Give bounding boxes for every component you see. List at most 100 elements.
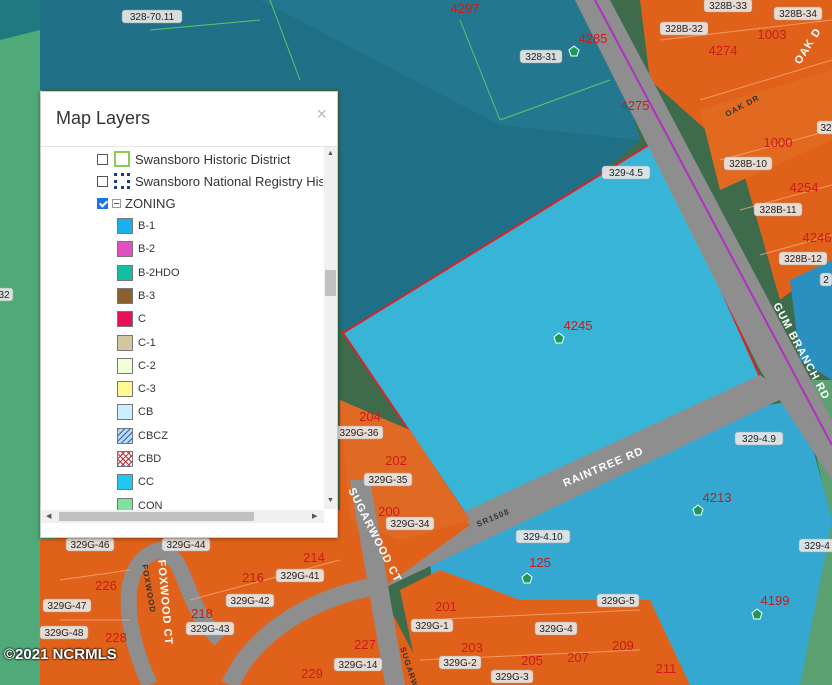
legend-label: B-2	[138, 243, 156, 256]
parcel-id-text: 329-4.5	[609, 168, 643, 179]
map-layers-panel[interactable]: Map Layers × Swansboro Historic District…	[40, 91, 338, 538]
layer-checkbox[interactable]	[97, 153, 108, 165]
parcel-id-label: 329G-47	[42, 598, 92, 613]
legend-label: CBD	[138, 453, 162, 465]
parcel-id-label: 329-4.5	[601, 165, 651, 180]
parcel-id-label: 32	[0, 287, 14, 302]
address-label: 4254	[790, 180, 819, 195]
address-label: 1000	[764, 135, 793, 150]
legend-item-b-1: B-1	[117, 215, 155, 237]
legend-item-c: C	[117, 308, 146, 330]
parcel-id-text: 329G-48	[45, 628, 84, 639]
legend-item-cb: CB	[117, 401, 153, 423]
parcel-id-text: 329G-2	[443, 658, 477, 669]
address-label: 1003	[758, 27, 787, 42]
parcel-id-label: 329G-41	[275, 568, 325, 583]
panel-title: Map Layers	[56, 108, 151, 128]
parcel-id-label: 329G-48	[39, 625, 89, 640]
collapse-icon[interactable]	[112, 198, 121, 208]
layer-row-zoning[interactable]: ZONING	[97, 192, 176, 214]
address-label: 227	[354, 637, 376, 652]
parcel-id-text: 329G-3	[495, 672, 529, 683]
address-label: 211	[656, 661, 677, 676]
legend-swatch-icon	[117, 451, 133, 467]
legend-item-cc: CC	[117, 471, 154, 493]
address-label: 214	[303, 550, 325, 565]
parcel-id-label: 329-4	[798, 538, 832, 553]
legend-label: B-2HDO	[138, 266, 180, 279]
parcel-id-text: 329G-36	[340, 428, 379, 439]
parcel-id-text: 2	[823, 275, 829, 286]
scroll-up-icon[interactable]: ▲	[327, 150, 334, 157]
layer-label: Swansboro National Registry His	[135, 173, 323, 189]
parcel-id-text: 329G-43	[191, 624, 230, 635]
parcel-id-text: 328B-34	[779, 9, 817, 20]
layer-label: Swansboro Historic District	[135, 151, 291, 167]
address-label: 202	[385, 453, 407, 468]
parcel-id-label: 329-4.10	[515, 529, 571, 544]
legend-swatch-icon	[117, 287, 133, 304]
parcel-id-text: 329G-44	[167, 540, 206, 551]
parcel-id-label: 329-4.9	[734, 431, 784, 446]
address-label: 4199	[761, 593, 790, 608]
parcel-id-text: 329G-5	[601, 596, 635, 607]
legend-label: C-1	[138, 336, 156, 349]
legend-item-c-1: C-1	[117, 332, 156, 354]
address-label: 4285	[579, 31, 608, 46]
parcel-id-label: 2	[819, 272, 832, 287]
parcel-id-label: 328-70.11	[121, 9, 183, 24]
legend-item-b-2hdo: B-2HDO	[117, 262, 180, 284]
parcel-id-text: 328B-33	[709, 1, 747, 12]
parcel-id-text: 329G-14	[339, 660, 378, 671]
horizontal-scrollbar[interactable]: ◀ ▶	[41, 510, 324, 523]
parcel-id-label: 329G-44	[161, 537, 211, 552]
parcel-id-text: 329G-1	[415, 621, 449, 632]
address-label: 226	[95, 578, 117, 593]
scrollbar-thumb[interactable]	[59, 512, 254, 521]
close-icon[interactable]: ×	[316, 104, 327, 125]
vertical-scrollbar[interactable]: ▲ ▼	[324, 147, 337, 509]
parcel-id-label: 329G-42	[225, 593, 275, 608]
layer-checkbox[interactable]	[97, 197, 108, 209]
parcel-id-label: 328B-33	[703, 0, 753, 13]
scrollbar-thumb[interactable]	[325, 270, 336, 296]
legend-swatch-icon	[117, 334, 133, 351]
legend-label: CC	[138, 476, 154, 489]
parcel-id-label: 329G-46	[65, 537, 115, 552]
legend-swatch-icon	[117, 381, 133, 398]
legend-item-cbcz: CBCZ	[117, 425, 168, 447]
parcel-id-text: 329G-4	[539, 624, 573, 635]
parcel-id-text: 329-4.9	[742, 434, 776, 445]
parcel-id-text: 329-4	[804, 541, 830, 552]
parcel-id-label: 328B-10	[723, 156, 773, 171]
copyright-text: ©2021 NCRMLS	[4, 646, 117, 663]
legend-item-c-2: C-2	[117, 355, 156, 377]
legend-label: B-3	[138, 289, 156, 302]
legend-swatch-icon	[117, 218, 133, 234]
address-label: 4274	[709, 43, 738, 58]
address-label: 4245	[564, 318, 593, 333]
parcel-id-label: 329G-14	[333, 657, 383, 672]
national-registry-swatch-icon	[114, 173, 130, 189]
address-label: 204	[359, 409, 381, 424]
legend-label: C-3	[138, 383, 156, 396]
legend-swatch-icon	[117, 264, 133, 281]
legend-label: CBCZ	[138, 429, 168, 442]
layer-row-historic-district[interactable]: Swansboro Historic District	[97, 148, 290, 170]
scroll-down-icon[interactable]: ▼	[327, 497, 334, 504]
layer-list[interactable]: Swansboro Historic District Swansboro Na…	[41, 147, 323, 512]
parcel-id-label: 328B-32	[659, 21, 709, 36]
parcel-id-text: 328B-32	[665, 24, 703, 35]
scroll-right-icon[interactable]: ▶	[312, 512, 317, 520]
legend-label: B-1	[138, 220, 156, 232]
address-label: 4297	[451, 1, 480, 16]
parcel-id-text: 328-70.11	[130, 12, 175, 23]
layer-checkbox[interactable]	[97, 175, 108, 187]
parcel-id-label: 329G-2	[438, 655, 482, 670]
legend-swatch-icon	[117, 311, 133, 328]
scroll-left-icon[interactable]: ◀	[46, 512, 51, 520]
parcel-id-label: 328B-12	[778, 251, 828, 266]
parcel-id-text: 329G-46	[71, 540, 110, 551]
layer-row-national-registry[interactable]: Swansboro National Registry His	[97, 170, 323, 192]
address-label: 4246	[803, 230, 832, 245]
